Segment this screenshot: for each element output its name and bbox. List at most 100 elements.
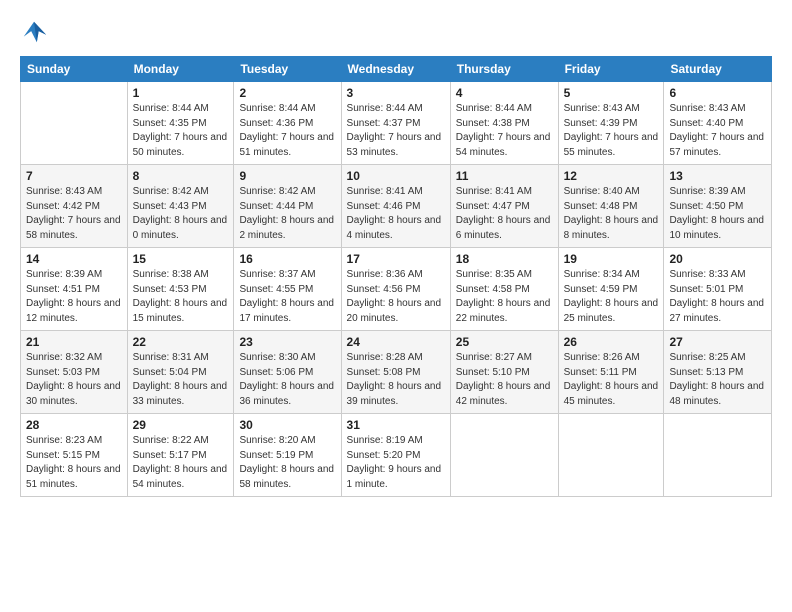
daylight-text: Daylight: 7 hours and 53 minutes. — [347, 132, 442, 158]
calendar-cell — [450, 414, 558, 497]
sunrise-text: Sunrise: 8:27 AM — [456, 352, 532, 363]
sunrise-text: Sunrise: 8:44 AM — [347, 103, 423, 114]
calendar-cell: 12 Sunrise: 8:40 AM Sunset: 4:48 PM Dayl… — [558, 165, 664, 248]
calendar-cell: 16 Sunrise: 8:37 AM Sunset: 4:55 PM Dayl… — [234, 248, 341, 331]
daylight-text: Daylight: 8 hours and 39 minutes. — [347, 381, 442, 407]
daylight-text: Daylight: 8 hours and 27 minutes. — [669, 298, 764, 324]
day-number: 2 — [239, 86, 335, 100]
weekday-header-saturday: Saturday — [664, 57, 772, 82]
day-info: Sunrise: 8:38 AM Sunset: 4:53 PM Dayligh… — [133, 268, 229, 326]
day-info: Sunrise: 8:33 AM Sunset: 5:01 PM Dayligh… — [669, 268, 766, 326]
sunset-text: Sunset: 5:13 PM — [669, 367, 743, 378]
day-number: 8 — [133, 169, 229, 183]
sunrise-text: Sunrise: 8:44 AM — [239, 103, 315, 114]
day-number: 7 — [26, 169, 122, 183]
sunset-text: Sunset: 5:17 PM — [133, 450, 207, 461]
day-info: Sunrise: 8:44 AM Sunset: 4:35 PM Dayligh… — [133, 102, 229, 160]
calendar-cell: 19 Sunrise: 8:34 AM Sunset: 4:59 PM Dayl… — [558, 248, 664, 331]
calendar-cell: 7 Sunrise: 8:43 AM Sunset: 4:42 PM Dayli… — [21, 165, 128, 248]
day-number: 11 — [456, 169, 553, 183]
day-info: Sunrise: 8:37 AM Sunset: 4:55 PM Dayligh… — [239, 268, 335, 326]
sunrise-text: Sunrise: 8:39 AM — [26, 269, 102, 280]
sunrise-text: Sunrise: 8:38 AM — [133, 269, 209, 280]
daylight-text: Daylight: 7 hours and 51 minutes. — [239, 132, 334, 158]
sunrise-text: Sunrise: 8:34 AM — [564, 269, 640, 280]
day-info: Sunrise: 8:41 AM Sunset: 4:47 PM Dayligh… — [456, 185, 553, 243]
sunset-text: Sunset: 4:59 PM — [564, 284, 638, 295]
day-number: 15 — [133, 252, 229, 266]
calendar-table: SundayMondayTuesdayWednesdayThursdayFrid… — [20, 56, 772, 497]
calendar-cell: 14 Sunrise: 8:39 AM Sunset: 4:51 PM Dayl… — [21, 248, 128, 331]
day-info: Sunrise: 8:35 AM Sunset: 4:58 PM Dayligh… — [456, 268, 553, 326]
day-number: 18 — [456, 252, 553, 266]
calendar-week-row: 28 Sunrise: 8:23 AM Sunset: 5:15 PM Dayl… — [21, 414, 772, 497]
daylight-text: Daylight: 8 hours and 22 minutes. — [456, 298, 551, 324]
daylight-text: Daylight: 7 hours and 50 minutes. — [133, 132, 228, 158]
sunrise-text: Sunrise: 8:43 AM — [669, 103, 745, 114]
calendar-cell: 27 Sunrise: 8:25 AM Sunset: 5:13 PM Dayl… — [664, 331, 772, 414]
calendar-cell: 4 Sunrise: 8:44 AM Sunset: 4:38 PM Dayli… — [450, 82, 558, 165]
day-number: 13 — [669, 169, 766, 183]
day-number: 27 — [669, 335, 766, 349]
sunrise-text: Sunrise: 8:41 AM — [347, 186, 423, 197]
sunrise-text: Sunrise: 8:36 AM — [347, 269, 423, 280]
calendar-header-row: SundayMondayTuesdayWednesdayThursdayFrid… — [21, 57, 772, 82]
day-number: 6 — [669, 86, 766, 100]
day-info: Sunrise: 8:22 AM Sunset: 5:17 PM Dayligh… — [133, 434, 229, 492]
daylight-text: Daylight: 8 hours and 33 minutes. — [133, 381, 228, 407]
day-info: Sunrise: 8:39 AM Sunset: 4:51 PM Dayligh… — [26, 268, 122, 326]
daylight-text: Daylight: 8 hours and 25 minutes. — [564, 298, 659, 324]
daylight-text: Daylight: 8 hours and 51 minutes. — [26, 464, 121, 490]
calendar-cell: 11 Sunrise: 8:41 AM Sunset: 4:47 PM Dayl… — [450, 165, 558, 248]
calendar-cell: 1 Sunrise: 8:44 AM Sunset: 4:35 PM Dayli… — [127, 82, 234, 165]
calendar-cell: 3 Sunrise: 8:44 AM Sunset: 4:37 PM Dayli… — [341, 82, 450, 165]
sunset-text: Sunset: 4:42 PM — [26, 201, 100, 212]
day-info: Sunrise: 8:28 AM Sunset: 5:08 PM Dayligh… — [347, 351, 445, 409]
calendar-cell: 28 Sunrise: 8:23 AM Sunset: 5:15 PM Dayl… — [21, 414, 128, 497]
sunset-text: Sunset: 5:15 PM — [26, 450, 100, 461]
daylight-text: Daylight: 8 hours and 48 minutes. — [669, 381, 764, 407]
day-info: Sunrise: 8:42 AM Sunset: 4:43 PM Dayligh… — [133, 185, 229, 243]
calendar-cell: 22 Sunrise: 8:31 AM Sunset: 5:04 PM Dayl… — [127, 331, 234, 414]
sunset-text: Sunset: 4:35 PM — [133, 118, 207, 129]
day-number: 1 — [133, 86, 229, 100]
day-info: Sunrise: 8:20 AM Sunset: 5:19 PM Dayligh… — [239, 434, 335, 492]
calendar-cell: 26 Sunrise: 8:26 AM Sunset: 5:11 PM Dayl… — [558, 331, 664, 414]
daylight-text: Daylight: 8 hours and 58 minutes. — [239, 464, 334, 490]
day-number: 14 — [26, 252, 122, 266]
sunrise-text: Sunrise: 8:41 AM — [456, 186, 532, 197]
day-number: 10 — [347, 169, 445, 183]
daylight-text: Daylight: 8 hours and 12 minutes. — [26, 298, 121, 324]
sunrise-text: Sunrise: 8:39 AM — [669, 186, 745, 197]
calendar-cell: 24 Sunrise: 8:28 AM Sunset: 5:08 PM Dayl… — [341, 331, 450, 414]
calendar-cell: 21 Sunrise: 8:32 AM Sunset: 5:03 PM Dayl… — [21, 331, 128, 414]
sunrise-text: Sunrise: 8:28 AM — [347, 352, 423, 363]
daylight-text: Daylight: 7 hours and 57 minutes. — [669, 132, 764, 158]
day-info: Sunrise: 8:32 AM Sunset: 5:03 PM Dayligh… — [26, 351, 122, 409]
sunset-text: Sunset: 4:48 PM — [564, 201, 638, 212]
weekday-header-sunday: Sunday — [21, 57, 128, 82]
day-number: 29 — [133, 418, 229, 432]
sunset-text: Sunset: 4:44 PM — [239, 201, 313, 212]
sunrise-text: Sunrise: 8:22 AM — [133, 435, 209, 446]
header — [20, 18, 772, 46]
day-info: Sunrise: 8:27 AM Sunset: 5:10 PM Dayligh… — [456, 351, 553, 409]
day-number: 25 — [456, 335, 553, 349]
calendar-cell: 31 Sunrise: 8:19 AM Sunset: 5:20 PM Dayl… — [341, 414, 450, 497]
sunset-text: Sunset: 5:08 PM — [347, 367, 421, 378]
weekday-header-wednesday: Wednesday — [341, 57, 450, 82]
sunset-text: Sunset: 5:10 PM — [456, 367, 530, 378]
daylight-text: Daylight: 8 hours and 4 minutes. — [347, 215, 442, 241]
day-number: 23 — [239, 335, 335, 349]
day-info: Sunrise: 8:19 AM Sunset: 5:20 PM Dayligh… — [347, 434, 445, 492]
sunrise-text: Sunrise: 8:42 AM — [239, 186, 315, 197]
calendar-cell: 25 Sunrise: 8:27 AM Sunset: 5:10 PM Dayl… — [450, 331, 558, 414]
day-info: Sunrise: 8:44 AM Sunset: 4:38 PM Dayligh… — [456, 102, 553, 160]
sunrise-text: Sunrise: 8:20 AM — [239, 435, 315, 446]
sunrise-text: Sunrise: 8:33 AM — [669, 269, 745, 280]
sunrise-text: Sunrise: 8:44 AM — [456, 103, 532, 114]
day-number: 4 — [456, 86, 553, 100]
day-number: 22 — [133, 335, 229, 349]
sunset-text: Sunset: 4:55 PM — [239, 284, 313, 295]
sunset-text: Sunset: 4:58 PM — [456, 284, 530, 295]
